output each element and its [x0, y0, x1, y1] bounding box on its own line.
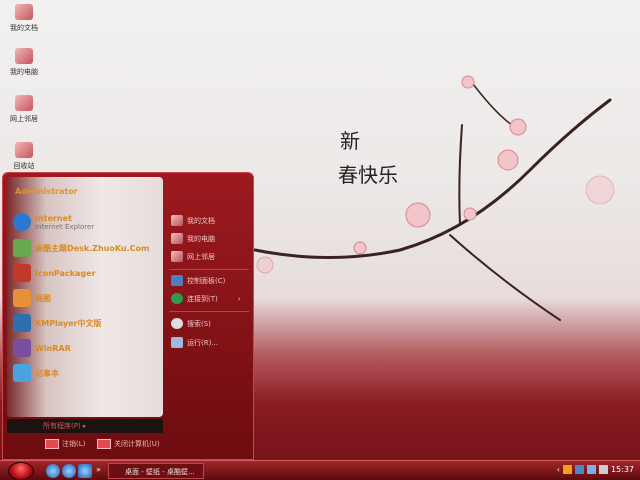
pinned-winrar[interactable]: WinRAR	[13, 339, 71, 357]
notepad-icon	[13, 364, 31, 382]
ie-icon	[13, 213, 31, 231]
tray-qq-icon[interactable]	[562, 465, 572, 474]
shutdown-button[interactable]: 关闭计算机(U)	[97, 439, 160, 449]
submenu-arrow-icon: ›	[237, 294, 241, 303]
theme-icon	[13, 239, 31, 257]
folder-icon	[15, 4, 33, 20]
pinned-kmplayer[interactable]: KMPlayer中文版	[13, 314, 102, 332]
network-icon	[171, 251, 183, 262]
right-control-panel[interactable]: 控制面板(C)	[171, 275, 225, 286]
svg-text:春快乐: 春快乐	[338, 163, 398, 187]
right-connect-to[interactable]: 连接到(T) ›	[171, 293, 241, 304]
start-menu: Administrator Internet Internet Explorer …	[2, 172, 254, 460]
globe-icon	[171, 293, 183, 304]
kmplayer-icon	[13, 314, 31, 332]
divider	[169, 311, 249, 312]
logoff-button[interactable]: 注销(L)	[45, 439, 85, 449]
computer-icon	[171, 233, 183, 244]
pinned-paint[interactable]: 画图	[13, 289, 51, 307]
right-run[interactable]: 运行(R)...	[171, 337, 218, 348]
pinned-zhuoku[interactable]: 桌酷主题Desk.ZhuoKu.Com	[13, 239, 149, 257]
start-menu-left-pane: Administrator Internet Internet Explorer …	[7, 177, 163, 417]
folder-icon	[171, 215, 183, 226]
power-icon	[97, 439, 111, 449]
taskbar: » 桌面 - 壁纸 - 桌酷壁... ‹ 15:37	[0, 460, 640, 480]
quicklaunch-ie-icon[interactable]	[46, 464, 60, 478]
desktop-icon-network[interactable]: 网上邻居	[4, 95, 44, 124]
tray-expand-icon[interactable]: ‹	[557, 465, 560, 474]
control-panel-icon	[171, 275, 183, 286]
pinned-internet-explorer[interactable]: Internet Internet Explorer	[13, 213, 94, 231]
right-network[interactable]: 网上邻居	[171, 251, 215, 262]
quicklaunch-more-button[interactable]: »	[96, 465, 101, 474]
quicklaunch-desktop-icon[interactable]	[78, 464, 92, 478]
iconpackager-icon	[13, 264, 31, 282]
paint-icon	[13, 289, 31, 307]
search-icon	[171, 318, 183, 329]
right-my-documents[interactable]: 我的文档	[171, 215, 215, 226]
system-tray: ‹ 15:37	[557, 465, 634, 474]
wallpaper-calligraphy: 新	[340, 129, 360, 153]
user-name: Administrator	[15, 187, 78, 196]
tray-volume-icon[interactable]	[598, 465, 608, 474]
clock[interactable]: 15:37	[611, 465, 634, 474]
computer-icon	[15, 48, 33, 64]
network-icon	[15, 95, 33, 111]
pinned-iconpackager[interactable]: IconPackager	[13, 264, 96, 282]
desktop-icon-recycle-bin[interactable]: 回收站	[4, 142, 44, 171]
tray-network-icon[interactable]	[586, 465, 596, 474]
start-menu-right-pane: 我的文档 我的电脑 网上邻居 控制面板(C) 连接到(T) › 搜索(S) 运行(…	[167, 177, 251, 433]
recycle-bin-icon	[15, 142, 33, 158]
run-icon	[171, 337, 183, 348]
right-my-computer[interactable]: 我的电脑	[171, 233, 215, 244]
divider	[169, 269, 249, 270]
desktop-icon-my-documents[interactable]: 我的文档	[4, 4, 44, 33]
lock-icon	[45, 439, 59, 449]
quicklaunch-browser-icon[interactable]	[62, 464, 76, 478]
winrar-icon	[13, 339, 31, 357]
desktop-icon-my-computer[interactable]: 我的电脑	[4, 48, 44, 77]
tray-app-icon[interactable]	[574, 465, 584, 474]
right-search[interactable]: 搜索(S)	[171, 318, 211, 329]
all-programs-button[interactable]: 所有程序(P) ▸	[7, 419, 163, 433]
taskbar-window-button[interactable]: 桌面 - 壁纸 - 桌酷壁...	[108, 463, 204, 479]
pinned-notepad[interactable]: 记事本	[13, 364, 59, 382]
start-button[interactable]	[8, 462, 34, 480]
